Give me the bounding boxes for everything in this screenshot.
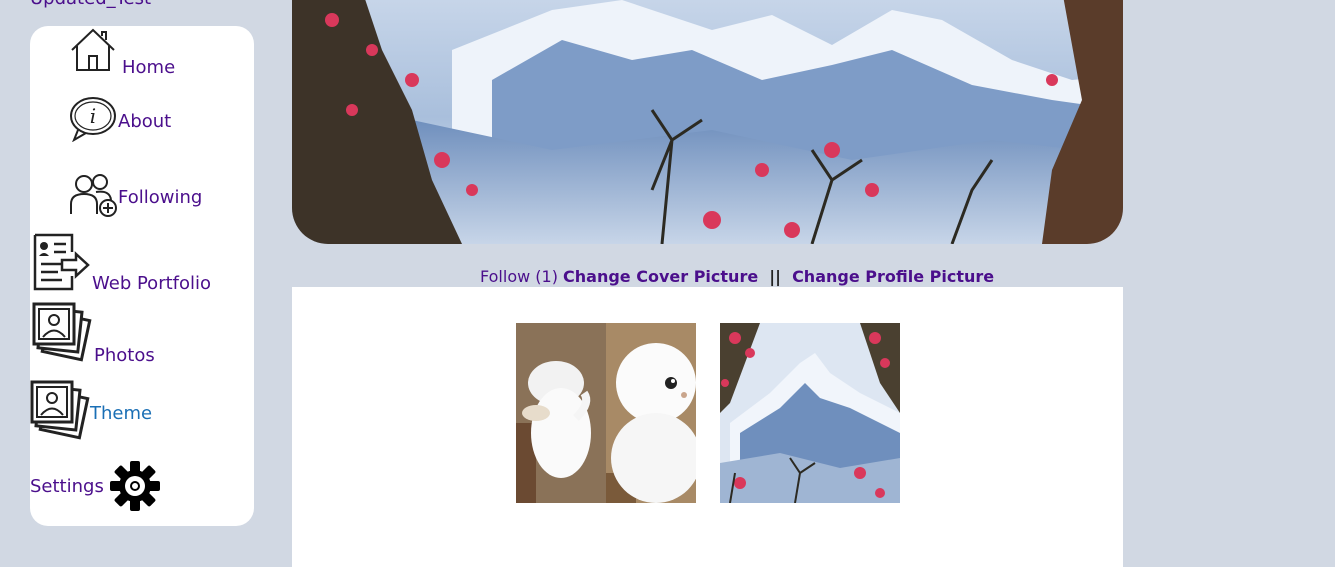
house-icon (68, 26, 118, 74)
sidebar-item-theme[interactable]: Theme (30, 380, 152, 442)
sidebar-item-label: Home (122, 57, 176, 78)
sidebar-item-label: Photos (94, 345, 155, 366)
info-bubble-icon: i (68, 94, 118, 142)
resume-document-icon (32, 232, 90, 292)
sidebar-nav: Home i About Following Web Portfolio Pho… (30, 26, 254, 526)
photos-panel (292, 287, 1123, 567)
separator: || (769, 267, 781, 286)
sidebar-item-label: Following (118, 187, 203, 208)
photo-stack-icon (30, 380, 90, 442)
people-add-icon (68, 170, 118, 218)
sidebar-item-web-portfolio[interactable]: Web Portfolio (32, 232, 212, 294)
gear-icon (109, 460, 160, 512)
sidebar-item-label: Web Portfolio (92, 273, 212, 294)
photo-thumbnail-mountains[interactable] (720, 323, 900, 503)
photo-thumbnail-cats[interactable] (516, 323, 696, 503)
change-profile-picture-link[interactable]: Change Profile Picture (792, 267, 994, 286)
sidebar-item-home[interactable]: Home (68, 26, 175, 78)
change-cover-picture-link[interactable]: Change Cover Picture (563, 267, 758, 286)
sidebar-item-following[interactable]: Following (68, 170, 202, 218)
photo-stack-icon (32, 302, 92, 364)
sidebar-item-settings[interactable]: Settings (30, 460, 160, 512)
profile-actions: Follow (1) Change Cover Picture || Chang… (480, 267, 994, 286)
sidebar-item-label: About (118, 111, 172, 132)
svg-text:i: i (90, 104, 96, 128)
sidebar-item-about[interactable]: i About (68, 94, 171, 142)
sidebar-item-label: Theme (90, 403, 153, 424)
cover-picture (292, 0, 1123, 244)
sidebar-item-label: Settings (30, 475, 104, 497)
follow-link[interactable]: Follow (1) (480, 267, 558, 286)
sidebar-item-photos[interactable]: Photos (32, 302, 155, 366)
username-link[interactable]: Updated_Test (30, 0, 151, 9)
